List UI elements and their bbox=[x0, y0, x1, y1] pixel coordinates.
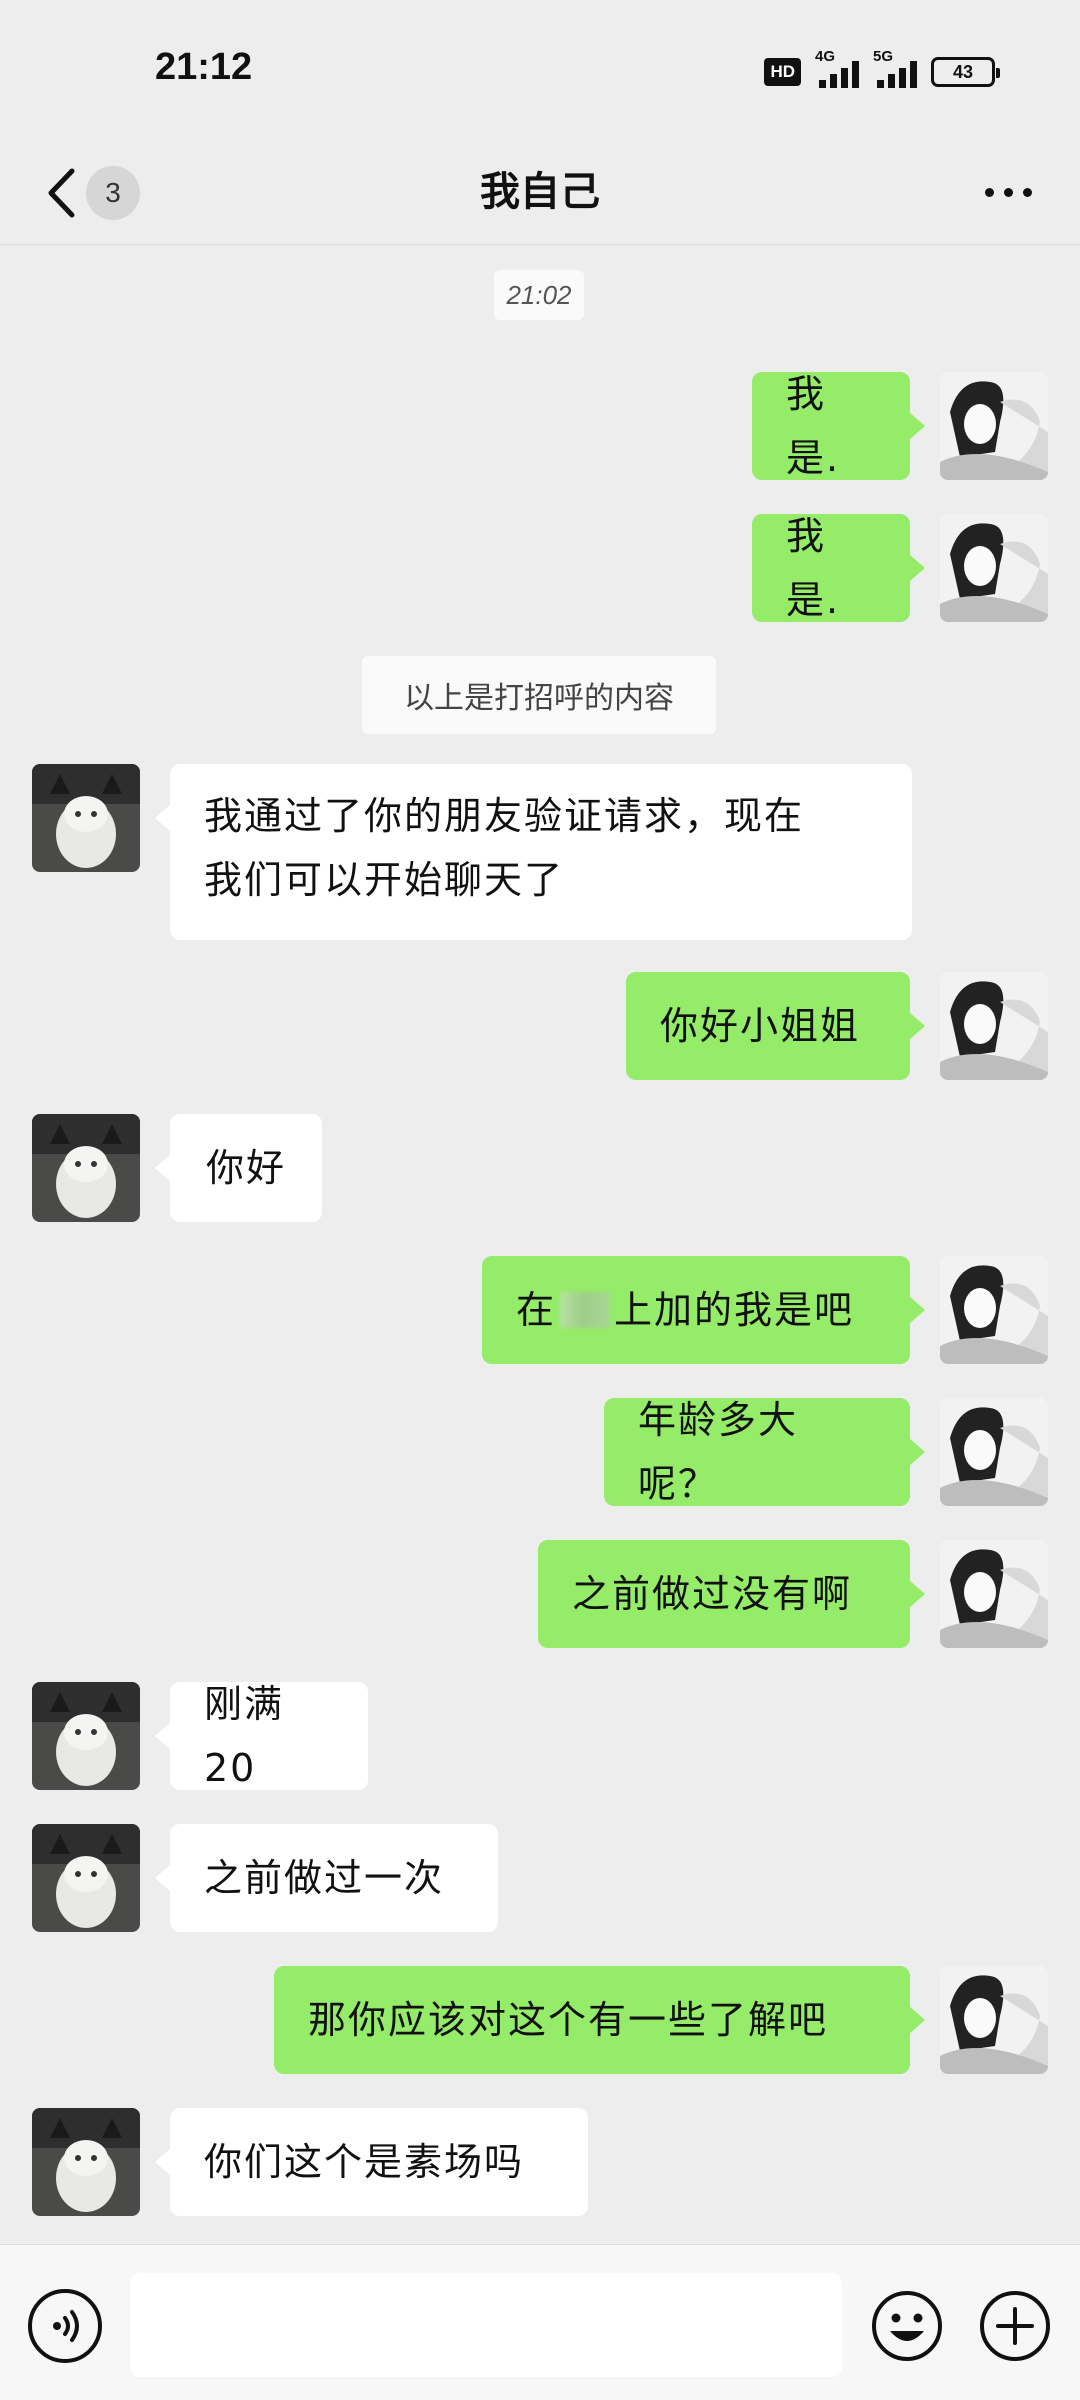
contact-avatar[interactable] bbox=[32, 1682, 140, 1790]
redacted-text bbox=[560, 1292, 611, 1328]
received-message[interactable]: 之前做过一次 bbox=[155, 1824, 498, 1932]
plus-button[interactable] bbox=[978, 2289, 1052, 2363]
sent-message[interactable]: 你好小姐姐 bbox=[626, 972, 925, 1080]
contact-avatar[interactable] bbox=[32, 2108, 140, 2216]
input-bar bbox=[0, 2244, 1080, 2400]
sent-message[interactable]: 我是. bbox=[752, 514, 925, 622]
unread-badge: 3 bbox=[86, 166, 140, 220]
system-note: 以上是打招呼的内容 bbox=[362, 656, 716, 734]
my-avatar[interactable] bbox=[940, 1256, 1048, 1364]
signal-4g-icon: 4G bbox=[815, 48, 859, 88]
message-list[interactable]: 21:02 我是. 我是. 以上是打招呼的内容 我通过了你的朋友验证请求，现在 … bbox=[0, 246, 1080, 2244]
battery-icon: 43 bbox=[931, 57, 1000, 87]
received-message-line: 我通过了你的朋友验证请求，现在 bbox=[204, 794, 805, 838]
my-avatar[interactable] bbox=[940, 1398, 1048, 1506]
sent-message[interactable]: 那你应该对这个有一些了解吧 bbox=[274, 1966, 925, 2074]
battery-level: 43 bbox=[952, 61, 974, 82]
received-message-line: 我们可以开始聊天了 bbox=[204, 858, 565, 902]
my-avatar[interactable] bbox=[940, 372, 1048, 480]
hd-icon: HD bbox=[764, 58, 801, 86]
sent-message-text: 上加的我是吧 bbox=[614, 1288, 855, 1332]
my-avatar[interactable] bbox=[940, 514, 1048, 622]
chevron-left-icon bbox=[36, 158, 86, 228]
voice-icon bbox=[53, 2310, 79, 2342]
contact-avatar[interactable] bbox=[32, 1824, 140, 1932]
message-input[interactable] bbox=[130, 2273, 842, 2377]
timestamp-chip: 21:02 bbox=[494, 270, 584, 320]
more-button[interactable] bbox=[970, 162, 1046, 222]
chat-screen: 21:12 HD 4G 5G 43 3 我自己 21:02 我是. 我是. 以上… bbox=[0, 0, 1080, 2400]
sent-message[interactable]: 之前做过没有啊 bbox=[538, 1540, 925, 1648]
back-button[interactable]: 3 bbox=[36, 158, 146, 228]
plus-icon bbox=[980, 2291, 1050, 2361]
voice-button[interactable] bbox=[28, 2289, 102, 2363]
sent-message[interactable]: 年龄多大呢？ bbox=[604, 1398, 925, 1506]
sent-message-text: 在 bbox=[516, 1288, 557, 1332]
my-avatar[interactable] bbox=[940, 1540, 1048, 1648]
emoji-button[interactable] bbox=[870, 2289, 944, 2363]
status-time: 21:12 bbox=[155, 46, 253, 88]
received-message[interactable]: 你好 bbox=[155, 1114, 322, 1222]
status-bar: 21:12 HD 4G 5G 43 bbox=[0, 0, 1080, 140]
received-message[interactable]: 我通过了你的朋友验证请求，现在 我们可以开始聊天了 bbox=[155, 764, 912, 940]
chat-title: 我自己 bbox=[480, 169, 600, 215]
received-message[interactable]: 刚满20 bbox=[155, 1682, 368, 1790]
signal-4g-label: 4G bbox=[815, 48, 836, 65]
received-message[interactable]: 你们这个是素场吗 bbox=[155, 2108, 588, 2216]
status-icons: HD 4G 5G 43 bbox=[764, 48, 1000, 92]
my-avatar[interactable] bbox=[940, 972, 1048, 1080]
signal-5g-icon: 5G bbox=[873, 48, 917, 88]
signal-5g-label: 5G bbox=[873, 48, 894, 65]
emoji-icon bbox=[872, 2291, 942, 2361]
sent-message[interactable]: 在 上加的我是吧 bbox=[482, 1256, 925, 1364]
contact-avatar[interactable] bbox=[32, 1114, 140, 1222]
my-avatar[interactable] bbox=[940, 1966, 1048, 2074]
contact-avatar[interactable] bbox=[32, 764, 140, 872]
sent-message[interactable]: 我是. bbox=[752, 372, 925, 480]
chat-header: 3 我自己 bbox=[0, 140, 1080, 245]
more-dots-icon bbox=[984, 187, 1032, 197]
